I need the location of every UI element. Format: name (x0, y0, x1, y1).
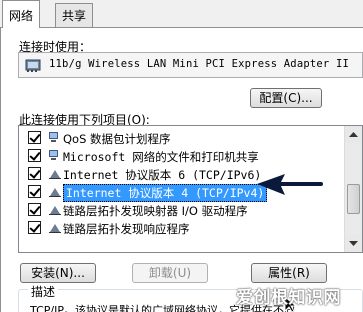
list-item-label: QoS 数据包计划程序 (63, 132, 171, 146)
install-button[interactable]: 安装(N)... (20, 263, 96, 283)
ipv4-checkbox[interactable] (28, 185, 41, 198)
chevron-up-icon (349, 132, 358, 137)
protocol-icon (49, 188, 61, 197)
annotation-arrow-icon (257, 174, 323, 195)
list-item-lltd-responder[interactable]: 链路层拓扑发现响应程序 (19, 219, 319, 237)
tab-sharing[interactable]: 共享 (55, 3, 94, 27)
watermark: 爱创根知识网 (236, 288, 341, 308)
list-scrollbar[interactable] (344, 126, 362, 252)
list-item-label: Internet 协议版本 6 (TCP/IPv6) (63, 168, 262, 182)
network-share-icon (49, 150, 58, 160)
chevron-down-icon (349, 241, 358, 246)
file-sharing-checkbox[interactable] (28, 149, 41, 162)
qos-icon (49, 132, 58, 142)
protocol-icon (49, 224, 61, 233)
ipv6-checkbox[interactable] (28, 167, 41, 180)
lltd-mapper-checkbox[interactable] (28, 203, 41, 216)
network-adapter-icon (25, 59, 41, 72)
list-item-label: Microsoft 网络的文件和打印机共享 (63, 150, 259, 164)
list-item-file-sharing[interactable]: Microsoft 网络的文件和打印机共享 (19, 147, 319, 165)
list-item-label: 链路层拓扑发现映射器 I/O 驱动程序 (63, 204, 248, 218)
protocol-icon (49, 170, 61, 179)
qos-checkbox[interactable] (28, 131, 41, 144)
scroll-thumb[interactable] (347, 184, 360, 214)
list-item-qos[interactable]: QoS 数据包计划程序 (19, 129, 319, 147)
tab-strip: 网络 共享 (0, 0, 363, 28)
description-title: 描述 (28, 283, 59, 300)
adapter-name: 11b/g Wireless LAN Mini PCI Express Adap… (49, 58, 349, 70)
protocol-icon (49, 206, 61, 215)
adapter-field: 11b/g Wireless LAN Mini PCI Express Adap… (18, 52, 363, 78)
scroll-down-arrow[interactable] (345, 235, 362, 252)
scroll-up-arrow[interactable] (345, 126, 362, 143)
configure-button[interactable]: 配置(C)... (250, 88, 322, 108)
properties-button[interactable]: 属性(R) (251, 263, 327, 283)
uninstall-button[interactable]: 卸载(U) (132, 263, 208, 283)
list-item-lltd-mapper[interactable]: 链路层拓扑发现映射器 I/O 驱动程序 (19, 201, 319, 219)
tab-network[interactable]: 网络 (2, 0, 41, 28)
list-item-label: 链路层拓扑发现响应程序 (63, 222, 190, 236)
lltd-responder-checkbox[interactable] (28, 221, 41, 234)
list-item-label: Internet 协议版本 4 (TCP/IPv4) (63, 184, 268, 202)
